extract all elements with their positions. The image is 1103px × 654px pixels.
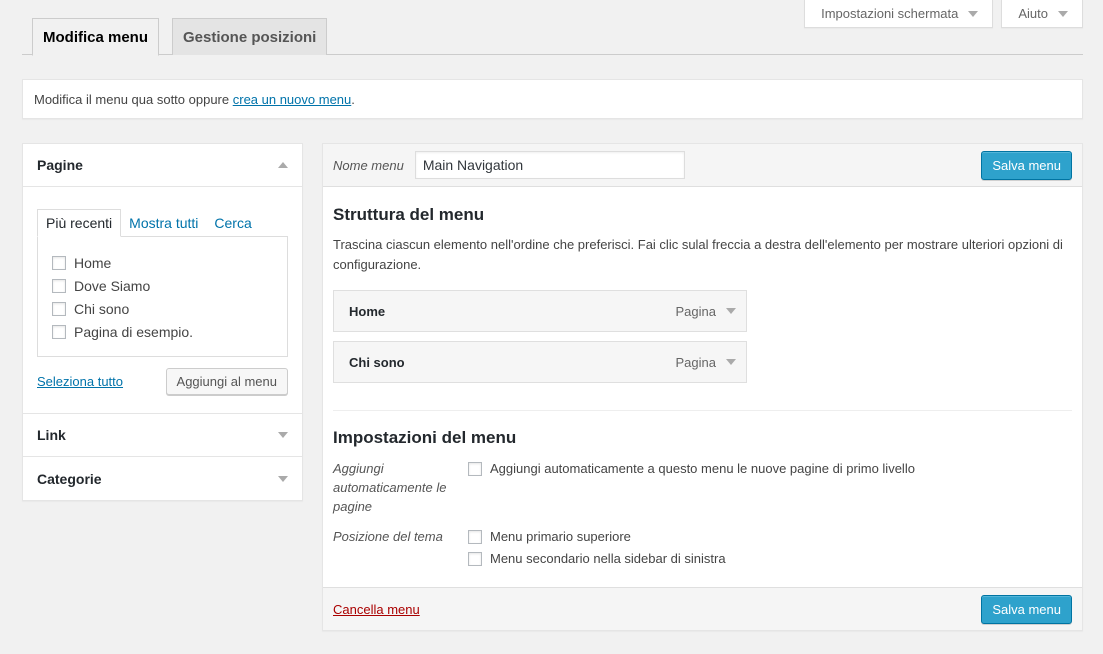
menu-item-type: Pagina	[675, 303, 716, 319]
notice-after: .	[351, 91, 355, 107]
expand-arrow-icon[interactable]	[726, 308, 736, 314]
chevron-down-icon	[1058, 10, 1068, 17]
accordion-links-header[interactable]: Link	[23, 414, 302, 457]
accordion-categories-header[interactable]: Categorie	[23, 457, 302, 500]
notice-text: Modifica il menu qua sotto oppure	[34, 91, 233, 107]
add-to-menu-button[interactable]: Aggiungi al menu	[165, 368, 288, 395]
pages-actions: Seleziona tutto Aggiungi al menu	[37, 368, 288, 395]
tab-most-recent[interactable]: Più recenti	[37, 209, 122, 237]
tab-search[interactable]: Cerca	[206, 209, 259, 237]
auto-add-label: Aggiungi automaticamente le pagine	[333, 461, 447, 514]
list-item[interactable]: Dove Siamo	[52, 274, 273, 297]
auto-add-option[interactable]: Aggiungi automaticamente a questo menu l…	[468, 461, 915, 476]
menu-settings-title: Impostazioni del menu	[333, 428, 517, 447]
auto-add-option-label: Aggiungi automaticamente a questo menu l…	[490, 461, 915, 476]
tab-view-all[interactable]: Mostra tutti	[121, 209, 206, 237]
select-all-link[interactable]: Seleziona tutto	[37, 374, 123, 389]
expand-arrow-icon[interactable]	[726, 359, 736, 365]
page-label: Home	[74, 254, 112, 271]
accordion-categories-title: Categorie	[37, 470, 102, 487]
location-option-primary[interactable]: Menu primario superiore	[468, 529, 631, 544]
accordion-links-title: Link	[37, 427, 66, 443]
list-item[interactable]: Pagina di esempio.	[52, 320, 273, 343]
create-new-menu-link[interactable]: crea un nuovo menu	[233, 92, 352, 107]
location-secondary-label: Menu secondario nella sidebar di sinistr…	[490, 551, 726, 566]
menu-editor: Nome menu Main Navigation Salva menu Str…	[322, 143, 1083, 631]
menu-structure-title: Struttura del menu	[333, 205, 485, 224]
location-primary-label: Menu primario superiore	[490, 529, 631, 544]
menu-items-sidebar: Pagine Più recenti Mostra tutti Cerca Ho…	[22, 143, 303, 501]
menu-item-type: Pagina	[675, 354, 716, 370]
page-label: Dove Siamo	[74, 277, 151, 294]
menu-item-title: Chi sono	[349, 354, 405, 370]
section-divider	[333, 410, 1072, 411]
menu-item-chi-sono[interactable]: Chi sono Pagina	[333, 341, 747, 383]
tab-manage-locations[interactable]: Gestione posizioni	[172, 18, 328, 55]
list-item[interactable]: Chi sono	[52, 297, 273, 320]
menu-item-home[interactable]: Home Pagina	[333, 290, 747, 332]
delete-menu-link[interactable]: Cancella menu	[333, 602, 420, 617]
location-secondary-checkbox[interactable]	[468, 551, 482, 566]
chevron-down-icon	[278, 475, 288, 482]
save-menu-button-bottom[interactable]: Salva menu	[981, 594, 1072, 624]
menu-name-label: Nome menu	[333, 157, 404, 173]
menu-editor-footer: Cancella menu Salva menu	[323, 587, 1082, 630]
page-label: Pagina di esempio.	[74, 323, 194, 340]
menu-item-title: Home	[349, 303, 386, 319]
menu-editor-header: Nome menu Main Navigation Salva menu	[323, 144, 1082, 187]
theme-location-label: Posizione del tema	[333, 529, 443, 544]
page-checkbox[interactable]	[52, 324, 66, 339]
accordion-pages-title: Pagine	[37, 157, 83, 173]
location-primary-checkbox[interactable]	[468, 529, 482, 544]
pages-checklist: Home Dove Siamo Chi sono Pagina di esemp…	[37, 236, 288, 357]
chevron-up-icon	[278, 162, 288, 168]
page-checkbox[interactable]	[52, 301, 66, 316]
chevron-down-icon	[968, 10, 979, 17]
manage-menus-notice: Modifica il menu qua sotto oppure crea u…	[22, 79, 1083, 119]
list-item[interactable]: Home	[52, 251, 273, 274]
page-label: Chi sono	[74, 300, 130, 317]
nav-tabs: Modifica menu Gestione posizioni	[22, 18, 1083, 56]
accordion-pages-body: Più recenti Mostra tutti Cerca Home Dove…	[23, 187, 302, 414]
location-option-secondary[interactable]: Menu secondario nella sidebar di sinistr…	[468, 551, 726, 566]
chevron-down-icon	[278, 432, 288, 438]
auto-add-checkbox[interactable]	[468, 461, 482, 476]
menu-structure-description: Trascina ciascun elemento nell'ordine ch…	[333, 237, 1063, 272]
menu-name-input[interactable]: Main Navigation	[414, 151, 685, 179]
pages-tabs: Più recenti Mostra tutti Cerca	[37, 209, 288, 237]
accordion-pages-header[interactable]: Pagine	[23, 144, 302, 187]
save-menu-button[interactable]: Salva menu	[981, 150, 1072, 180]
page-checkbox[interactable]	[52, 278, 66, 293]
page-checkbox[interactable]	[52, 255, 66, 270]
tab-edit-menu[interactable]: Modifica menu	[32, 18, 160, 56]
